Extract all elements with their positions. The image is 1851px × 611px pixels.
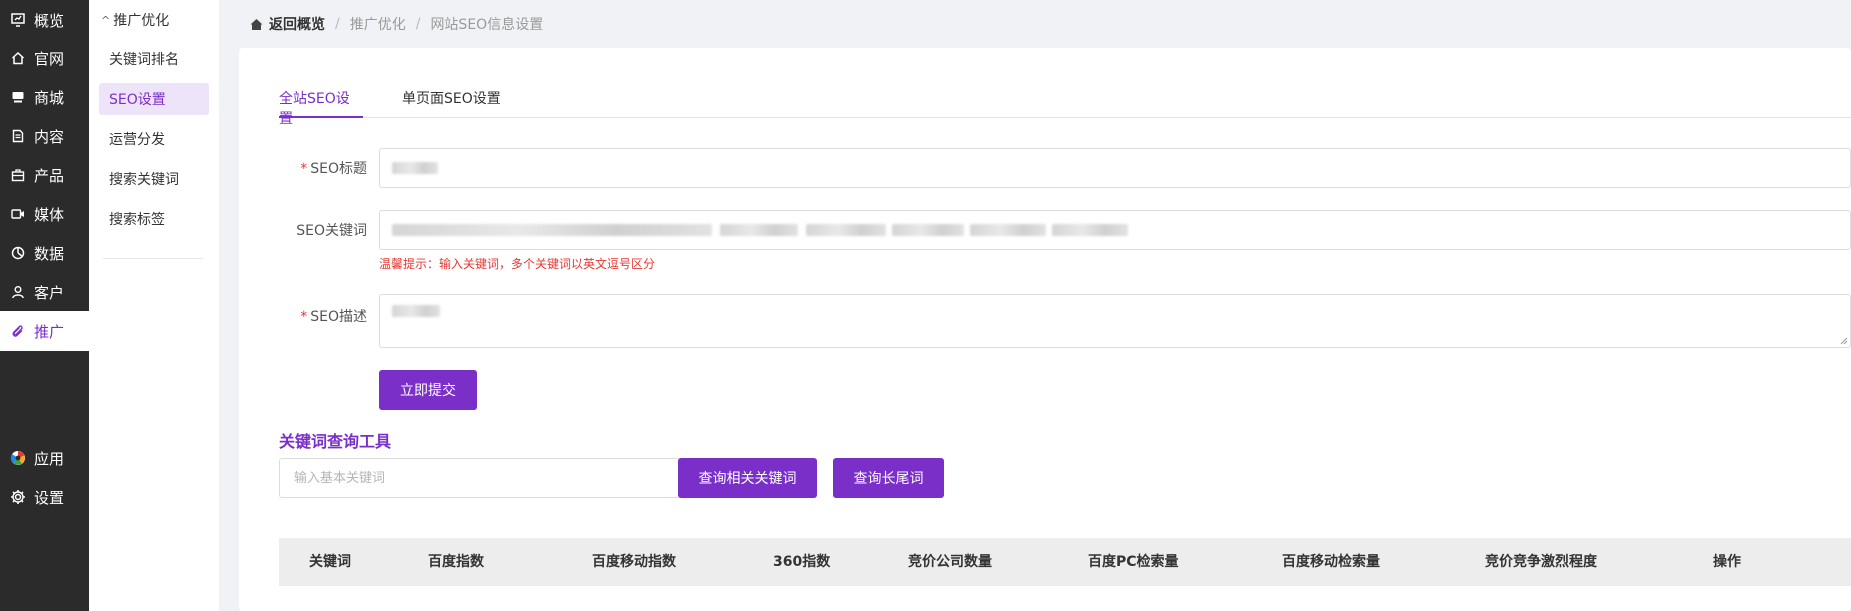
redacted-value [720,224,798,236]
query-longtail-button[interactable]: 查询长尾词 [833,458,944,498]
table-header-baidu-mobile-index: 百度移动指数 [592,554,676,570]
nav-label: 应用 [34,449,65,468]
breadcrumb: 返回概览 / 推广优化 / 网站SEO信息设置 [250,14,543,34]
home-icon [10,50,26,66]
nav-item-data[interactable]: 数据 [0,233,89,273]
sub-item-label: 运营分发 [109,132,165,148]
user-icon [10,284,26,300]
sub-nav-group[interactable]: ^ 推广优化 [101,10,169,30]
breadcrumb-parent[interactable]: 推广优化 [350,14,406,34]
redacted-value [392,305,440,317]
table-header-baidu-mobile-search: 百度移动检索量 [1282,554,1380,570]
store-icon [10,89,26,105]
seo-description-label-text: SEO描述 [310,309,367,325]
breadcrumb-separator: / [335,16,340,32]
sub-item-label: SEO设置 [109,92,166,108]
required-mark: * [300,309,308,325]
base-keyword-input[interactable] [279,458,681,498]
sub-nav: ^ 推广优化 关键词排名 SEO设置 运营分发 搜索关键词 搜索标签 [89,0,219,611]
nav-item-product[interactable]: 产品 [0,155,89,195]
nav-item-customer[interactable]: 客户 [0,272,89,312]
document-icon [10,128,26,144]
seo-title-label-text: SEO标题 [310,161,367,177]
redacted-value [392,162,438,174]
table-header-bid-competition: 竞价竞争激烈程度 [1485,554,1597,570]
nav-label: 官网 [34,49,65,68]
nav-item-media[interactable]: 媒体 [0,194,89,234]
seo-description-textarea[interactable] [379,294,1851,348]
nav-label: 数据 [34,244,65,263]
sub-item-search-keywords[interactable]: 搜索关键词 [99,163,209,195]
main-nav: 概览 官网 商城 内容 产品 媒体 数据 客户 推广 应用 设置 [0,0,89,611]
seo-description-label: * SEO描述 [279,306,367,326]
table-header-actions: 操作 [1713,554,1741,570]
home-icon [250,18,263,31]
seo-keywords-label: SEO关键词 [296,223,367,239]
nav-item-promotion[interactable]: 推广 [0,311,89,351]
gear-icon [10,489,26,505]
table-header-keyword: 关键词 [309,554,351,570]
keyword-table-header: 关键词 百度指数 百度移动指数 360指数 竞价公司数量 百度PC检索量 百度移… [279,538,1851,586]
sub-item-keyword-ranking[interactable]: 关键词排名 [99,43,209,75]
sub-nav-group-label: 推广优化 [113,13,170,29]
nav-item-content[interactable]: 内容 [0,116,89,156]
apps-icon [10,450,26,466]
pie-chart-icon [10,245,26,261]
seo-title-input[interactable] [379,148,1851,188]
redacted-value [892,224,964,236]
nav-label: 媒体 [34,205,65,224]
redacted-value [806,224,886,236]
breadcrumb-current: 网站SEO信息设置 [430,17,544,33]
box-icon [10,167,26,183]
nav-label: 产品 [34,166,65,185]
table-header-bid-company-count: 竞价公司数量 [908,554,992,570]
video-icon [10,206,26,222]
nav-label: 推广 [34,322,65,341]
seo-keywords-input[interactable] [379,210,1851,250]
dashboard-icon [10,12,26,28]
link-icon [10,323,26,339]
sub-item-label: 搜索关键词 [109,172,179,188]
nav-label: 商城 [34,88,65,107]
keyword-tool-title: 关键词查询工具 [279,432,392,451]
seo-keywords-hint: 温馨提示：输入关键词，多个关键词以英文逗号区分 [379,257,656,271]
tab-bar: 全站SEO设置 单页面SEO设置 [279,88,1851,127]
sub-item-seo-settings[interactable]: SEO设置 [99,83,209,115]
required-mark: * [300,161,308,177]
nav-item-store[interactable]: 商城 [0,77,89,117]
redacted-value [970,224,1046,236]
sub-item-search-tags[interactable]: 搜索标签 [99,203,209,235]
tab-page-seo[interactable]: 单页面SEO设置 [402,88,502,118]
redacted-value [1052,224,1128,236]
submit-button[interactable]: 立即提交 [379,370,477,410]
breadcrumb-separator: / [415,16,421,32]
tab-site-seo[interactable]: 全站SEO设置 [279,88,363,127]
nav-item-apps[interactable]: 应用 [0,438,89,478]
nav-label: 客户 [34,283,65,302]
query-related-keywords-button[interactable]: 查询相关关键词 [678,458,817,498]
main-card: 全站SEO设置 单页面SEO设置 * SEO标题 SEO关键词 温馨提示：输入关键… [239,48,1851,611]
nav-item-website[interactable]: 官网 [0,38,89,78]
table-header-baidu-pc-search: 百度PC检索量 [1088,554,1179,570]
breadcrumb-home[interactable]: 返回概览 [250,14,325,34]
nav-label: 内容 [34,127,65,146]
table-header-360-index: 360指数 [773,554,831,570]
resize-handle-icon[interactable] [1840,337,1848,345]
nav-label: 设置 [34,488,65,507]
sub-item-label: 关键词排名 [109,52,179,68]
seo-title-label: * SEO标题 [279,158,367,178]
nav-item-settings[interactable]: 设置 [0,477,89,517]
sub-item-label: 搜索标签 [109,212,165,228]
nav-item-overview[interactable]: 概览 [0,0,89,40]
divider [103,258,203,259]
sub-item-distribution[interactable]: 运营分发 [99,123,209,155]
chevron-up-icon: ^ [101,13,111,27]
table-header-baidu-index: 百度指数 [428,554,484,570]
redacted-value [392,224,712,236]
breadcrumb-home-label: 返回概览 [269,17,325,33]
nav-label: 概览 [34,11,65,30]
